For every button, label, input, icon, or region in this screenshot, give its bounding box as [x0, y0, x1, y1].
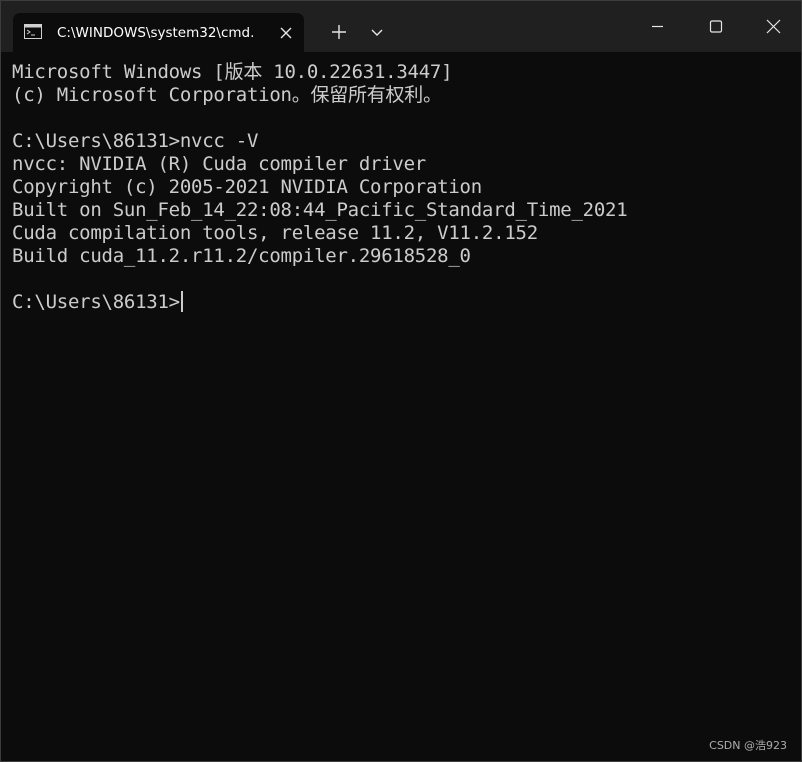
- plus-icon[interactable]: [321, 15, 357, 47]
- terminal-line: Microsoft Windows [版本 10.0.22631.3447]: [12, 61, 453, 83]
- tab-cmd[interactable]: C:\WINDOWS\system32\cmd.: [13, 13, 304, 52]
- minimize-icon: [652, 25, 663, 28]
- title-bar[interactable]: C:\WINDOWS\system32\cmd.: [1, 1, 801, 52]
- minimize-button[interactable]: [629, 1, 687, 52]
- terminal-line: (c) Microsoft Corporation。保留所有权利。: [12, 84, 442, 106]
- close-icon: [766, 19, 781, 34]
- text-cursor: [180, 291, 183, 312]
- terminal-window: C:\WINDOWS\system32\cmd. Microsoft Windo…: [0, 0, 802, 762]
- close-button[interactable]: [745, 1, 801, 52]
- terminal-lines: Microsoft Windows [版本 10.0.22631.3447] (…: [12, 61, 628, 314]
- terminal-line: C:\Users\86131>nvcc -V: [12, 130, 259, 152]
- tab-title: C:\WINDOWS\system32\cmd.: [57, 25, 255, 41]
- terminal-line: nvcc: NVIDIA (R) Cuda compiler driver: [12, 153, 426, 175]
- watermark: CSDN @浩923: [709, 739, 787, 752]
- terminal-line: Built on Sun_Feb_14_22:08:44_Pacific_Sta…: [12, 199, 628, 221]
- tab-close-icon[interactable]: [276, 23, 296, 43]
- chevron-down-icon[interactable]: [361, 15, 393, 47]
- terminal-line: Cuda compilation tools, release 11.2, V1…: [12, 222, 538, 244]
- terminal-output[interactable]: Microsoft Windows [版本 10.0.22631.3447] (…: [1, 52, 801, 761]
- maximize-button[interactable]: [687, 1, 745, 52]
- terminal-line: Build cuda_11.2.r11.2/compiler.29618528_…: [12, 245, 471, 267]
- maximize-icon: [709, 20, 723, 33]
- console-icon: [24, 24, 42, 39]
- terminal-line: Copyright (c) 2005-2021 NVIDIA Corporati…: [12, 176, 482, 198]
- prompt-text: C:\Users\86131>: [12, 291, 180, 313]
- terminal-prompt-line[interactable]: C:\Users\86131>: [12, 291, 627, 314]
